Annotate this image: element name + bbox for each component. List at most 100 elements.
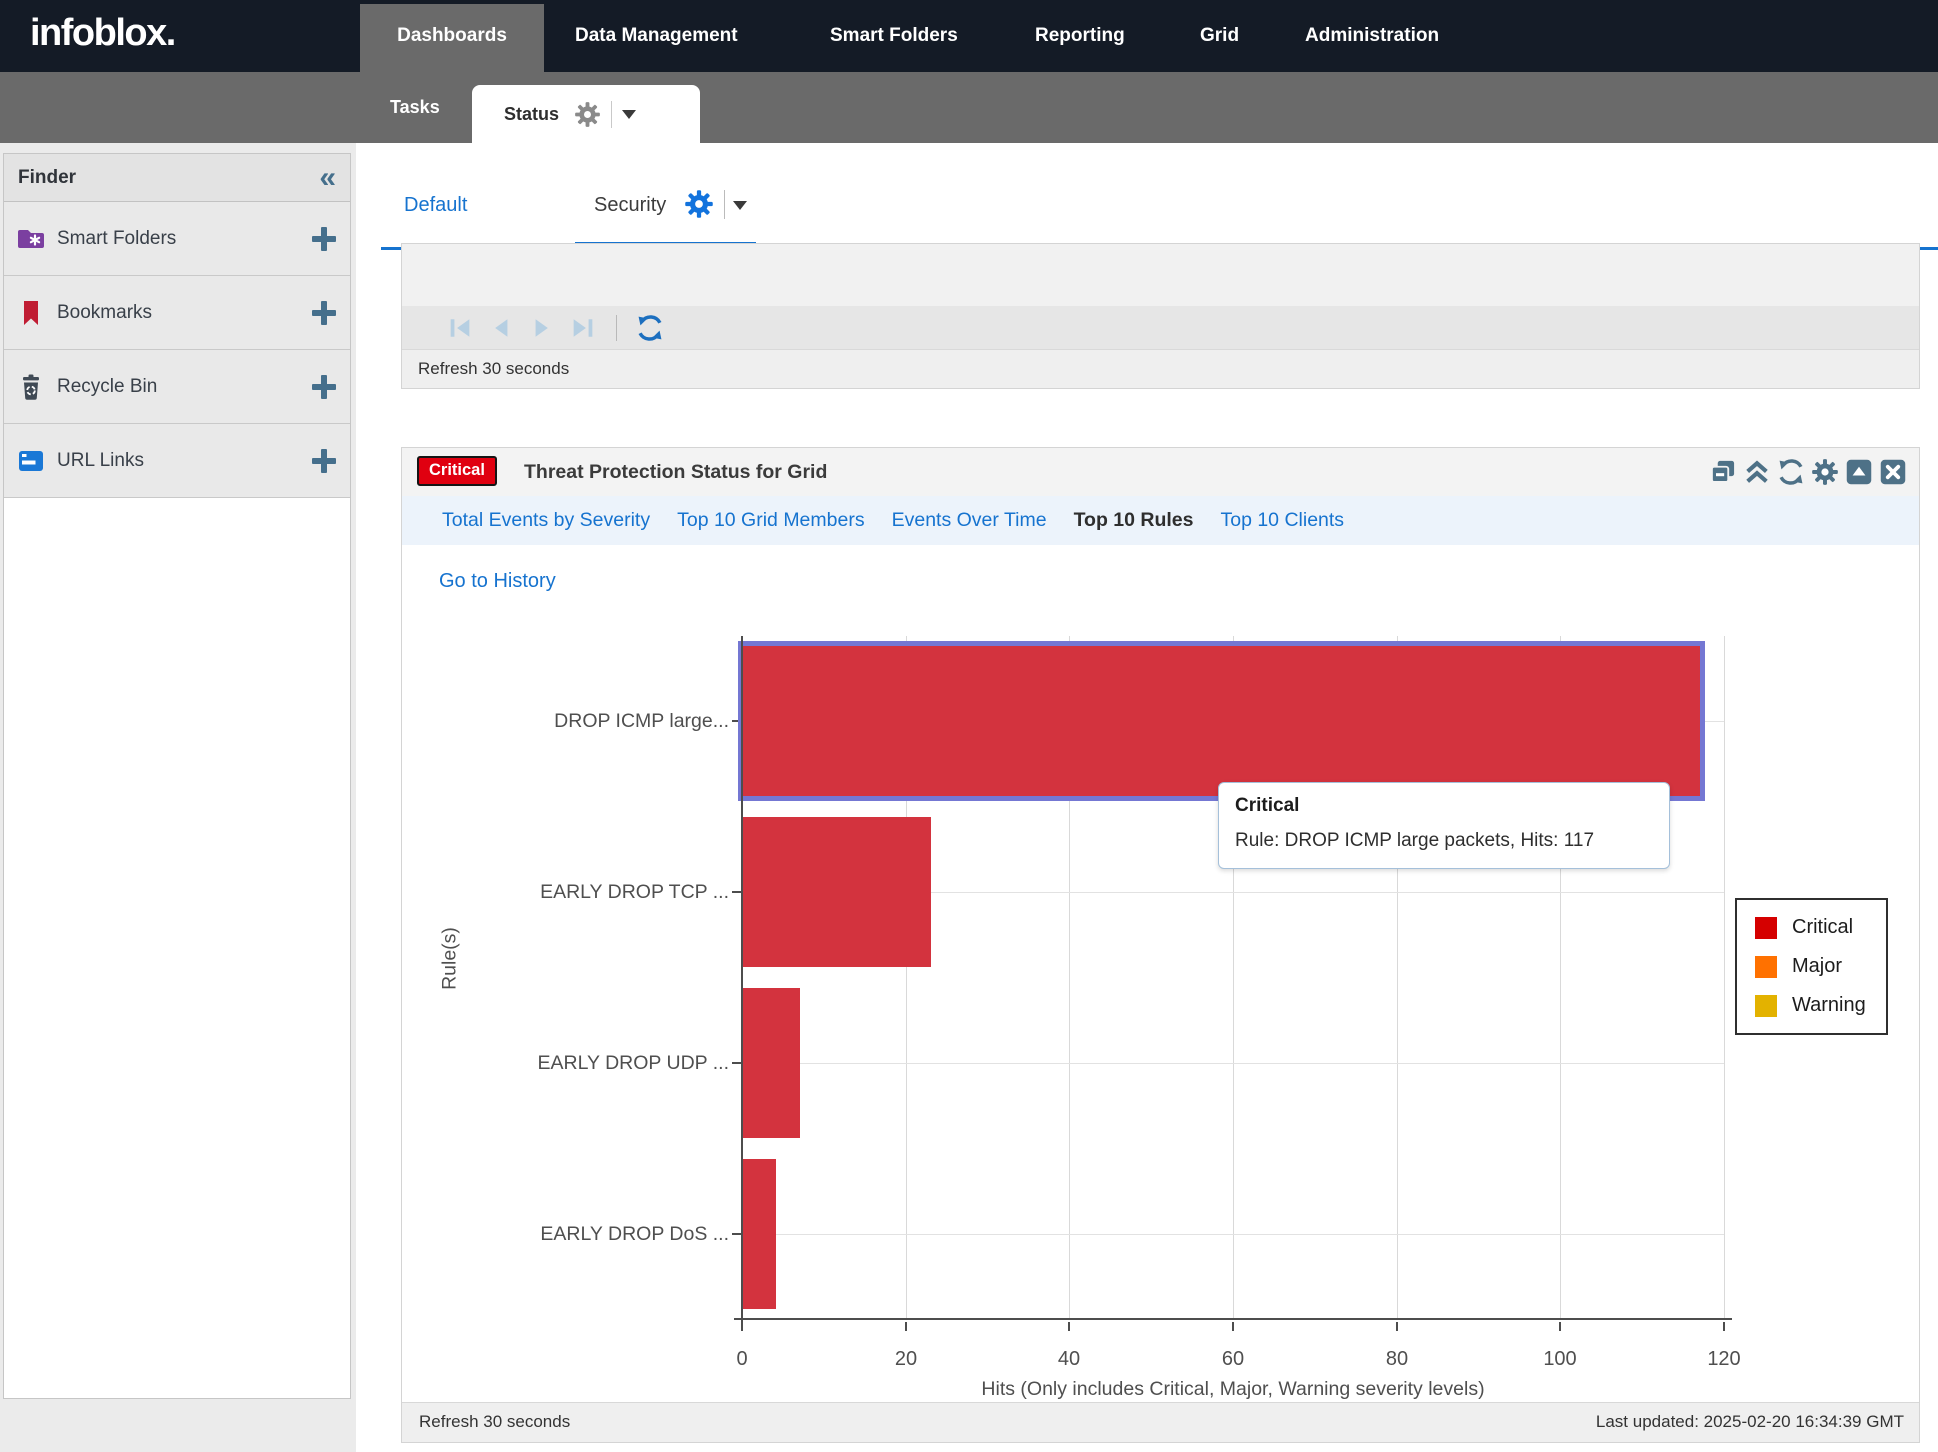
- category-label: EARLY DROP DoS ...: [402, 1221, 729, 1247]
- x-axis-line: [734, 1318, 1732, 1320]
- gear-icon[interactable]: [574, 101, 601, 128]
- chart-bar[interactable]: [743, 1159, 776, 1309]
- warning-swatch: [1755, 995, 1777, 1017]
- x-tick-label: 60: [1203, 1348, 1263, 1371]
- dashboard-subnav: Tasks Status: [0, 72, 1938, 143]
- chart-bar[interactable]: [743, 817, 931, 967]
- sidebar-item-label: Recycle Bin: [57, 376, 157, 398]
- top-navbar: infoblox. Dashboards Data Management Sma…: [0, 0, 1938, 72]
- chart-bar[interactable]: [743, 988, 800, 1138]
- next-page-icon[interactable]: [528, 314, 556, 342]
- category-label: EARLY DROP TCP ...: [402, 879, 729, 905]
- plus-icon[interactable]: [312, 227, 336, 251]
- tab-default[interactable]: Default: [404, 194, 467, 217]
- legend-entry-critical: Critical: [1755, 916, 1866, 939]
- plus-icon[interactable]: [312, 449, 336, 473]
- finder-panel: Finder « Smart Folders Bookmarks Recycle…: [3, 153, 351, 1399]
- x-tick-label: 0: [712, 1348, 772, 1371]
- plus-icon[interactable]: [312, 375, 336, 399]
- tab-security[interactable]: Security: [594, 194, 666, 217]
- refresh-icon[interactable]: [636, 314, 664, 342]
- x-tick-mark: [1559, 1322, 1561, 1331]
- gridline: [742, 1234, 1724, 1235]
- x-tick-label: 80: [1367, 1348, 1427, 1371]
- critical-swatch: [1755, 917, 1777, 939]
- x-tick-mark: [1723, 1322, 1725, 1331]
- plus-icon[interactable]: [312, 301, 336, 325]
- recycle-bin-icon: [16, 372, 46, 402]
- x-axis-title: Hits (Only includes Critical, Major, War…: [833, 1378, 1633, 1401]
- x-tick-label: 100: [1530, 1348, 1590, 1371]
- infoblox-logo: infoblox.: [30, 12, 175, 55]
- gear-icon[interactable]: [684, 189, 714, 219]
- tab-tasks[interactable]: Tasks: [390, 72, 440, 143]
- bookmark-icon: [16, 298, 46, 328]
- finder-title: Finder: [18, 167, 76, 189]
- x-tick-mark: [1068, 1322, 1070, 1331]
- x-tick-label: 20: [876, 1348, 936, 1371]
- finder-sidebar: Finder « Smart Folders Bookmarks Recycle…: [0, 143, 356, 1452]
- refresh-status: Refresh 30 seconds: [402, 349, 1919, 388]
- view-total-events-by-severity[interactable]: Total Events by Severity: [442, 509, 650, 532]
- prev-page-icon[interactable]: [487, 314, 515, 342]
- y-axis-line: [741, 636, 743, 1327]
- category-label: DROP ICMP large...: [402, 708, 729, 734]
- url-links-icon: [16, 446, 46, 476]
- widget-footer: Refresh 30 seconds Last updated: 2025-02…: [402, 1402, 1919, 1442]
- first-page-icon[interactable]: [446, 314, 474, 342]
- refresh-status: Refresh 30 seconds: [419, 1403, 570, 1441]
- tab-status-label: Status: [504, 104, 559, 125]
- view-top-10-rules[interactable]: Top 10 Rules: [1074, 509, 1194, 532]
- copy-icon[interactable]: [1709, 458, 1737, 486]
- nav-item-administration[interactable]: Administration: [1305, 0, 1439, 72]
- view-events-over-time[interactable]: Events Over Time: [892, 509, 1047, 532]
- nav-item-grid[interactable]: Grid: [1200, 0, 1239, 72]
- sidebar-item-url-links[interactable]: URL Links: [4, 424, 350, 498]
- collapse-sidebar-icon[interactable]: «: [319, 165, 336, 191]
- settings-icon[interactable]: [1811, 458, 1839, 486]
- category-label: EARLY DROP UDP ...: [402, 1050, 729, 1076]
- bar-chart-plot: 020406080100120: [742, 636, 1724, 1319]
- x-tick-label: 120: [1694, 1348, 1754, 1371]
- go-to-history-link[interactable]: Go to History: [439, 570, 556, 593]
- last-page-icon[interactable]: [569, 314, 597, 342]
- threat-protection-widget: Critical Threat Protection Status for Gr…: [401, 447, 1920, 1443]
- tooltip-title: Critical: [1235, 795, 1653, 817]
- view-top-10-grid-members[interactable]: Top 10 Grid Members: [677, 509, 865, 532]
- chart-bar[interactable]: [743, 646, 1700, 796]
- sidebar-item-smart-folders[interactable]: Smart Folders: [4, 202, 350, 276]
- widget-toolbar: [1709, 458, 1907, 486]
- x-tick-label: 40: [1039, 1348, 1099, 1371]
- infoblox-app: infoblox. Dashboards Data Management Sma…: [0, 0, 1938, 1452]
- tab-status[interactable]: Status: [472, 85, 700, 143]
- tooltip-body: Rule: DROP ICMP large packets, Hits: 117: [1235, 830, 1653, 852]
- view-top-10-clients[interactable]: Top 10 Clients: [1220, 509, 1344, 532]
- sidebar-item-recycle-bin[interactable]: Recycle Bin: [4, 350, 350, 424]
- gridline: [1724, 636, 1725, 1319]
- refresh-icon[interactable]: [1777, 458, 1805, 486]
- legend-entry-warning: Warning: [1755, 994, 1866, 1017]
- sidebar-item-bookmarks[interactable]: Bookmarks: [4, 276, 350, 350]
- x-tick-mark: [1232, 1322, 1234, 1331]
- severity-badge: Critical: [417, 456, 497, 486]
- pager-bar: [402, 306, 1919, 350]
- maximize-icon[interactable]: [1845, 458, 1873, 486]
- nav-item-dashboards[interactable]: Dashboards: [360, 4, 544, 72]
- x-tick-mark: [1396, 1322, 1398, 1331]
- major-swatch: [1755, 956, 1777, 978]
- x-tick-mark: [905, 1322, 907, 1331]
- widget-title: Threat Protection Status for Grid: [524, 448, 827, 496]
- smart-folder-icon: [16, 224, 46, 254]
- caret-down-icon[interactable]: [622, 110, 636, 119]
- divider: [724, 190, 725, 219]
- last-updated: Last updated: 2025-02-20 16:34:39 GMT: [1596, 1403, 1904, 1441]
- finder-header: Finder «: [4, 154, 350, 202]
- close-icon[interactable]: [1879, 458, 1907, 486]
- nav-item-reporting[interactable]: Reporting: [1035, 0, 1125, 72]
- caret-down-icon[interactable]: [733, 201, 747, 210]
- divider: [611, 101, 612, 128]
- nav-item-smart-folders[interactable]: Smart Folders: [830, 0, 958, 72]
- collapse-up-icon[interactable]: [1743, 458, 1771, 486]
- chart-tooltip: Critical Rule: DROP ICMP large packets, …: [1218, 782, 1670, 869]
- nav-item-data-management[interactable]: Data Management: [575, 0, 738, 72]
